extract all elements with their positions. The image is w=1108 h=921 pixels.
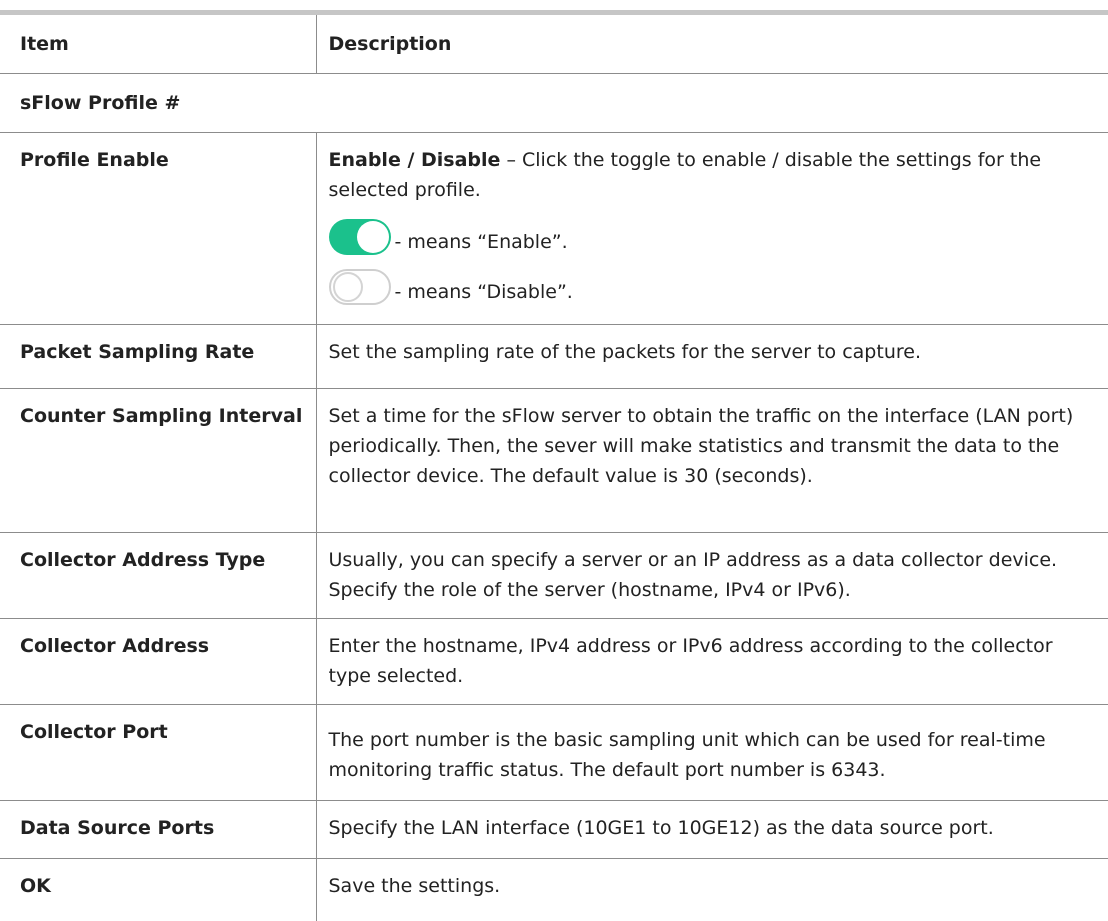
row-item: Collector Port (0, 704, 317, 801)
row-description: Set a time for the sFlow server to obtai… (316, 388, 1108, 533)
description-text: The port number is the basic sampling un… (328, 729, 1046, 781)
table-row: Collector Address Enter the hostname, IP… (0, 618, 1108, 705)
row-item: Collector Address (0, 618, 317, 705)
document: Item Description sFlow Profile # Profile… (0, 10, 1108, 921)
row-item: Data Source Ports (0, 800, 317, 859)
row-description: Set the sampling rate of the packets for… (316, 324, 1108, 389)
row-description: Enable / Disable – Click the toggle to e… (316, 132, 1108, 325)
row-description: Specify the LAN interface (10GE1 to 10GE… (316, 800, 1108, 859)
table-row: OK Save the settings. (0, 858, 1108, 921)
row-item: Packet Sampling Rate (0, 324, 317, 389)
row-description: Save the settings. (328, 875, 501, 897)
disable-legend: - means “Disable”. (328, 261, 1095, 305)
row-description: Usually, you can specify a server or an … (316, 532, 1108, 619)
row-description: Enter the hostname, IPv4 address or IPv6… (316, 618, 1108, 705)
enable-meaning: - means “Enable”. (394, 231, 568, 253)
description-table: Item Description sFlow Profile # Profile… (0, 15, 1108, 921)
header-description: Description (316, 15, 1108, 74)
table-row: Data Source Ports Specify the LAN interf… (0, 800, 1108, 859)
toggle-off-icon (328, 269, 391, 305)
table-row: Collector Address Type Usually, you can … (0, 532, 1108, 619)
profile-enable-text: Enable / Disable – Click the toggle to e… (329, 145, 1095, 205)
table-row: Packet Sampling Rate Set the sampling ra… (0, 324, 1108, 389)
row-item: Profile Enable (0, 132, 317, 325)
table-row: Counter Sampling Interval Set a time for… (0, 388, 1108, 533)
toggle-on-icon (328, 219, 391, 255)
row-item: OK (0, 858, 317, 921)
description-bold: Enable / Disable (328, 149, 501, 171)
header-item: Item (0, 15, 317, 74)
disable-meaning: - means “Disable”. (394, 281, 573, 303)
row-description: The port number is the basic sampling un… (316, 704, 1108, 801)
row-item: Collector Address Type (0, 532, 317, 619)
row-item: Counter Sampling Interval (0, 388, 317, 533)
table-row: Collector Port The port number is the ba… (0, 704, 1108, 801)
section-title: sFlow Profile # (0, 73, 1108, 133)
section-row: sFlow Profile # (0, 73, 1108, 133)
table-row: Profile Enable Enable / Disable – Click … (0, 132, 1108, 325)
enable-legend: - means “Enable”. (328, 211, 1095, 255)
table-header: Item Description (0, 15, 1108, 74)
